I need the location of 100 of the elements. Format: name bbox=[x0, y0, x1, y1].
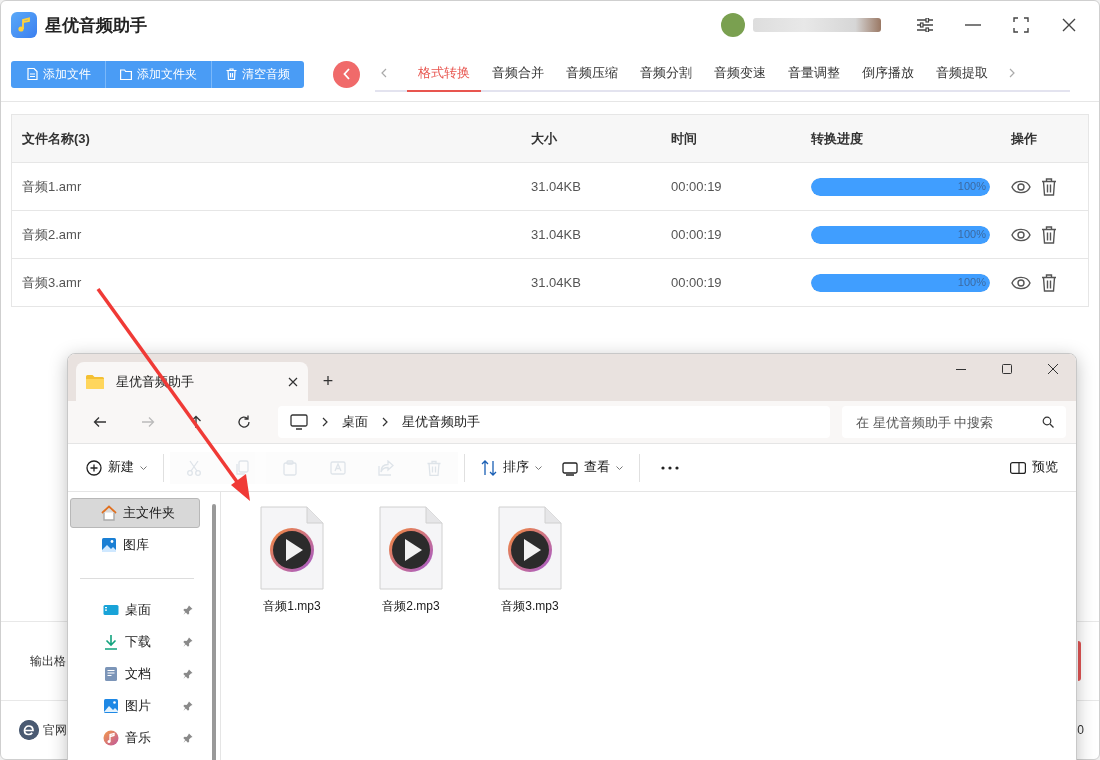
close-icon bbox=[1062, 18, 1076, 32]
table-cell-text: 音频2.amr bbox=[22, 225, 83, 244]
pin-icon bbox=[183, 605, 193, 615]
preview-pane-button[interactable]: 预览 bbox=[1000, 451, 1068, 484]
tab[interactable]: 倒序播放 bbox=[851, 56, 925, 92]
pin-icon bbox=[183, 637, 193, 647]
tab[interactable]: 音频合并 bbox=[481, 56, 555, 92]
output-format-label: 输出格 bbox=[30, 652, 66, 670]
command-button[interactable]: 新建 bbox=[76, 451, 157, 484]
command-button[interactable]: 排序 bbox=[471, 451, 552, 484]
file-name: 音频2.mp3 bbox=[382, 598, 440, 615]
table-cell-text: 音频3.amr bbox=[22, 273, 83, 292]
tab[interactable]: 格式转换 bbox=[407, 56, 481, 92]
tab[interactable]: 音频压缩 bbox=[555, 56, 629, 92]
pin-icon bbox=[183, 733, 193, 743]
eye-icon bbox=[1011, 179, 1031, 194]
chevron-right-icon bbox=[382, 417, 388, 427]
tab[interactable]: 音频分割 bbox=[629, 56, 703, 92]
picture-icon bbox=[103, 698, 119, 714]
minimize-icon bbox=[956, 368, 966, 370]
folder-icon bbox=[120, 68, 132, 80]
file-name: 音频1.mp3 bbox=[263, 598, 321, 615]
column-header: 时间 bbox=[671, 129, 698, 148]
column-header: 文件名称(3) bbox=[22, 129, 91, 148]
column-header: 操作 bbox=[1011, 129, 1038, 148]
progress-reading: 100% bbox=[957, 179, 986, 192]
refresh-icon bbox=[237, 415, 251, 429]
user-avatar[interactable] bbox=[721, 13, 745, 37]
delete-button[interactable] bbox=[1041, 177, 1057, 196]
sidebar-item[interactable]: 文档 bbox=[70, 659, 200, 689]
sidebar-item[interactable]: 主文件夹 bbox=[70, 498, 200, 528]
breadcrumb-item[interactable]: 桌面 bbox=[342, 413, 368, 431]
preview-button[interactable] bbox=[1011, 179, 1031, 194]
trash-icon bbox=[1041, 225, 1057, 244]
preview-button[interactable] bbox=[1011, 227, 1031, 242]
app-logo bbox=[11, 12, 37, 38]
audio-file-icon[interactable] bbox=[260, 506, 324, 590]
sort-icon bbox=[481, 459, 497, 476]
delete-button[interactable] bbox=[1041, 273, 1057, 292]
clipboard-icon bbox=[282, 459, 298, 476]
audio-file-icon[interactable] bbox=[498, 506, 562, 590]
column-header: 大小 bbox=[531, 129, 558, 148]
gallery-icon bbox=[101, 537, 117, 553]
tab[interactable]: 音频提取 bbox=[925, 56, 999, 92]
more-icon bbox=[661, 465, 679, 470]
table-cell-text: 31.04KB bbox=[531, 227, 582, 242]
sidebar-item[interactable]: 桌面 bbox=[70, 595, 200, 625]
fullscreen-icon bbox=[1013, 17, 1029, 33]
share-icon bbox=[378, 459, 394, 476]
monitor-icon bbox=[290, 414, 308, 430]
trash-icon bbox=[226, 68, 237, 80]
breadcrumb-item[interactable]: 星优音频助手 bbox=[402, 413, 480, 431]
preview-button[interactable] bbox=[1011, 275, 1031, 290]
trash-icon bbox=[426, 459, 442, 476]
caret-icon bbox=[535, 465, 542, 470]
chevron-left-icon bbox=[342, 68, 351, 80]
table-cell-text: 31.04KB bbox=[531, 275, 582, 290]
monitor-icon bbox=[562, 459, 578, 476]
sliders-icon bbox=[917, 18, 933, 32]
audio-file-icon[interactable] bbox=[379, 506, 443, 590]
download-icon bbox=[103, 634, 119, 650]
table-cell-text: 00:00:19 bbox=[671, 179, 723, 194]
table-cell-text: 音频1.amr bbox=[22, 177, 83, 196]
back-button[interactable] bbox=[333, 60, 360, 88]
website-link[interactable]: 官网 bbox=[43, 721, 67, 739]
footer-text: 0 bbox=[1077, 723, 1084, 737]
browser-icon bbox=[19, 720, 39, 740]
sidebar-item[interactable]: 图片 bbox=[70, 691, 200, 721]
column-header: 转换进度 bbox=[811, 129, 864, 148]
search-field[interactable]: 在 星优音频助手 中搜索 bbox=[842, 406, 1066, 438]
eye-icon bbox=[1011, 227, 1031, 242]
new-tab-button[interactable]: + bbox=[308, 362, 348, 401]
rename-icon bbox=[330, 459, 346, 476]
house-icon bbox=[101, 505, 117, 521]
trash-icon bbox=[1041, 273, 1057, 292]
table-cell-text: 31.04KB bbox=[531, 179, 582, 194]
music-icon bbox=[103, 730, 119, 746]
arrow-left-icon bbox=[93, 416, 107, 428]
maximize-icon bbox=[1002, 364, 1012, 374]
sidebar-item[interactable]: 图库 bbox=[70, 530, 200, 560]
table-cell-text: 00:00:19 bbox=[671, 275, 723, 290]
close-icon[interactable] bbox=[288, 376, 298, 387]
chevron-right-icon bbox=[322, 417, 328, 427]
progress-reading: 100% bbox=[957, 227, 986, 240]
caret-icon bbox=[140, 465, 147, 470]
arrow-up-icon bbox=[190, 415, 202, 429]
eye-icon bbox=[1011, 275, 1031, 290]
table-cell-text: 00:00:19 bbox=[671, 227, 723, 242]
delete-button[interactable] bbox=[1041, 225, 1057, 244]
file-name: 音频3.mp3 bbox=[501, 598, 559, 615]
address-bar[interactable]: 桌面 星优音频助手 bbox=[278, 406, 830, 438]
app-title: 星优音频助手 bbox=[45, 14, 147, 37]
tab[interactable]: 音量调整 bbox=[777, 56, 851, 92]
document-icon bbox=[103, 666, 119, 682]
command-button[interactable]: 查看 bbox=[552, 451, 633, 484]
arrow-right-icon bbox=[141, 416, 155, 428]
sidebar-item[interactable]: 下载 bbox=[70, 627, 200, 657]
tab[interactable]: 音频变速 bbox=[703, 56, 777, 92]
scissors-icon bbox=[186, 459, 202, 476]
sidebar-item[interactable]: 音乐 bbox=[70, 723, 200, 753]
